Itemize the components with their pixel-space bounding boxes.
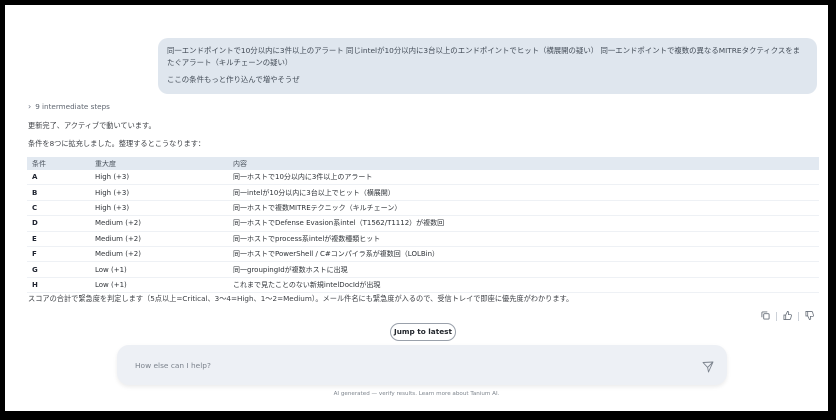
cell-severity: Medium (+2) (90, 215, 228, 232)
cell-severity: Low (+1) (90, 261, 228, 278)
copy-icon[interactable] (761, 311, 770, 322)
cell-condition: A (27, 170, 90, 186)
cell-severity: Medium (+2) (90, 231, 228, 247)
cell-severity: Low (+1) (90, 277, 228, 294)
table-row: F Medium (+2) 同一ホストでPowerShell / C#コンパイラ… (27, 246, 819, 263)
header-severity: 重大度 (90, 157, 228, 170)
cell-content: 同一groupingIdが複数ホストに出現 (228, 261, 819, 278)
intermediate-steps-toggle[interactable]: › 9 intermediate steps (28, 102, 110, 111)
cell-content: 同一ホストでprocess系intelが複数種類ヒット (228, 231, 819, 247)
table-row: E Medium (+2) 同一ホストでprocess系intelが複数種類ヒッ… (27, 231, 819, 247)
cell-condition: H (27, 277, 90, 294)
cell-content: 同一ホストで複数MITREテクニック（キルチェーン） (228, 200, 819, 217)
table-row: B High (+3) 同一intelが10分以内に3台以上でヒット（横展開） (27, 184, 819, 201)
user-message-line1: 同一エンドポイントで10分以内に3件以上のアラート 同じintelが10分以内に… (167, 46, 801, 67)
cell-content: 同一ホストで10分以内に3件以上のアラート (228, 170, 819, 186)
thumbs-up-icon[interactable] (783, 311, 792, 322)
table-row: A High (+3) 同一ホストで10分以内に3件以上のアラート (27, 170, 819, 186)
user-message-bubble: 同一エンドポイントで10分以内に3件以上のアラート 同じintelが10分以内に… (158, 38, 817, 94)
cell-content: 同一intelが10分以内に3台以上でヒット（横展開） (228, 184, 819, 201)
jump-to-latest-button[interactable]: Jump to latest (390, 323, 456, 341)
divider (776, 312, 777, 321)
chevron-right-icon: › (28, 102, 32, 111)
cell-condition: C (27, 200, 90, 217)
chat-input-box[interactable]: How else can I help? (117, 345, 727, 385)
chat-window: 同一エンドポイントで10分以内に3件以上のアラート 同じintelが10分以内に… (5, 5, 828, 411)
response-line2: 条件を8つに拡充しました。整理するとこうなります： (28, 139, 206, 148)
intermediate-steps-label: 9 intermediate steps (35, 102, 110, 111)
cell-severity: Medium (+2) (90, 246, 228, 263)
user-message-line2: ここの条件もっと作り込んで増やそうぜ (167, 75, 300, 84)
send-icon[interactable] (702, 358, 714, 373)
response-summary: スコアの合計で緊急度を判定します（5点以上=Critical、3〜4=High、… (28, 294, 574, 303)
chat-input-placeholder: How else can I help? (135, 361, 211, 370)
message-actions (761, 311, 814, 322)
cell-condition: D (27, 215, 90, 232)
cell-condition: E (27, 231, 90, 247)
cell-condition: B (27, 184, 90, 201)
ai-disclaimer: AI generated — verify results. Learn mor… (333, 391, 500, 397)
table-row: C High (+3) 同一ホストで複数MITREテクニック（キルチェーン） (27, 200, 819, 217)
cell-content: これまで見たことのない新規intelDocIdが出現 (228, 277, 819, 294)
cell-condition: F (27, 246, 90, 263)
table-row: G Low (+1) 同一groupingIdが複数ホストに出現 (27, 261, 819, 278)
cell-content: 同一ホストでDefense Evasion系intel（T1562/T1112）… (228, 215, 819, 232)
response-line1: 更新完了、アクティブで動いています。 (28, 121, 156, 130)
header-condition: 条件 (27, 157, 90, 170)
cell-severity: High (+3) (90, 170, 228, 186)
cell-content: 同一ホストでPowerShell / C#コンパイラ系が複数回（LOLBin） (228, 246, 819, 263)
table-row: H Low (+1) これまで見たことのない新規intelDocIdが出現 (27, 277, 819, 294)
table-row: D Medium (+2) 同一ホストでDefense Evasion系inte… (27, 215, 819, 232)
cell-severity: High (+3) (90, 200, 228, 217)
conditions-table: 条件 重大度 内容 A High (+3) 同一ホストで10分以内に3件以上のア… (27, 157, 819, 294)
header-content: 内容 (228, 157, 819, 170)
cell-severity: High (+3) (90, 184, 228, 201)
table-header-row: 条件 重大度 内容 (27, 157, 819, 170)
divider (798, 312, 799, 321)
cell-condition: G (27, 261, 90, 278)
thumbs-down-icon[interactable] (805, 311, 814, 322)
